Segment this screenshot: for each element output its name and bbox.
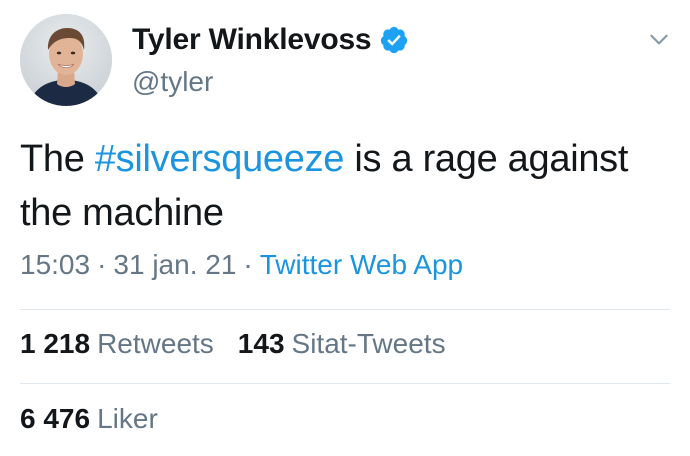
quote-tweets-stat[interactable]: 143 Sitat-Tweets [238,328,446,360]
retweets-label: Retweets [97,328,214,359]
engagement-stats: 1 218 Retweets 143 Sitat-Tweets [20,328,446,360]
author-handle[interactable]: @tyler [132,66,213,98]
divider [20,383,670,384]
retweets-stat[interactable]: 1 218 Retweets [20,328,214,360]
meta-separator: · [97,249,107,280]
author-name-row: Tyler Winklevoss [132,20,409,60]
tweet-meta: 15:03 · 31 jan. 21 · Twitter Web App [20,249,463,281]
tweet-source-link[interactable]: Twitter Web App [260,249,463,280]
divider [20,309,670,310]
likes-stat[interactable]: 6 476 Liker [20,403,158,435]
tweet-card: Tyler Winklevoss @tyler The #silversquee… [0,0,690,456]
tweet-time[interactable]: 15:03 [20,249,90,280]
tweet-text: The #silversqueeze is a rage against the… [20,132,660,240]
quote-tweets-label: Sitat-Tweets [291,328,446,359]
verified-badge-icon [381,26,408,54]
likes-label: Liker [97,403,158,434]
tweet-text-before: The [20,138,95,180]
quote-tweets-count: 143 [237,328,285,359]
avatar-photo-icon [20,14,112,106]
tweet-date[interactable]: 31 jan. 21 [113,249,236,280]
likes-count: 6 476 [20,403,91,434]
author-display-name[interactable]: Tyler Winklevoss [132,23,372,57]
avatar[interactable] [20,14,112,106]
retweets-count: 1 218 [20,328,91,359]
likes-stats: 6 476 Liker [20,403,158,435]
meta-separator: · [243,249,253,280]
chevron-down-icon[interactable] [646,26,672,52]
hashtag-link[interactable]: #silversqueeze [95,138,345,180]
